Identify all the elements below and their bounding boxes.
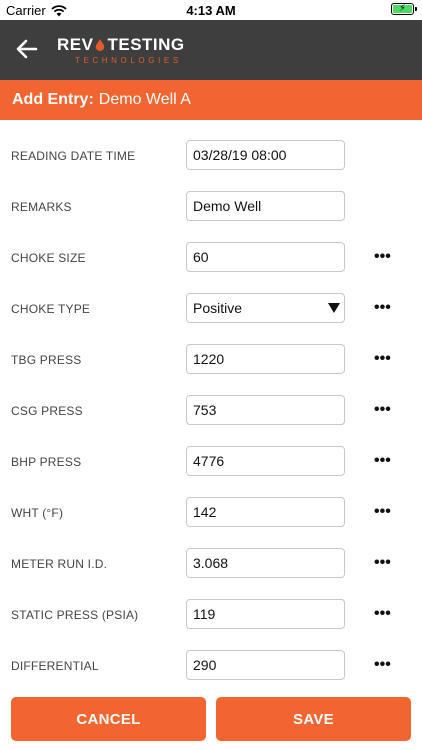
page-title-value: Demo Well A — [98, 91, 191, 108]
field-label: BHP PRESS — [11, 455, 82, 469]
differential-input[interactable]: 290 — [186, 650, 345, 680]
bhp-press-input[interactable]: 4776 — [186, 446, 345, 476]
meter-run-id-input[interactable]: 3.068 — [186, 548, 345, 578]
status-right: ⚡ — [391, 3, 417, 15]
tbg-press-input[interactable]: 1220 — [186, 344, 345, 374]
field-label: TBG PRESS — [11, 353, 82, 367]
form-row-remarks: REMARKS Demo Well — [0, 187, 422, 238]
flame-drop-icon — [96, 39, 105, 51]
choke-size-input[interactable]: 60 — [186, 242, 345, 272]
more-options-icon[interactable]: ••• — [374, 555, 391, 571]
more-options-icon[interactable]: ••• — [374, 351, 391, 367]
more-options-icon[interactable]: ••• — [374, 453, 391, 469]
form-row-wht: WHT (°F) 142 ••• — [0, 493, 422, 544]
page-title-label: Add Entry: — [12, 91, 94, 108]
field-label: CSG PRESS — [11, 404, 83, 418]
csg-press-input[interactable]: 753 — [186, 395, 345, 425]
logo-text-left: REV — [57, 35, 94, 54]
field-label: STATIC PRESS (PSIA) — [11, 608, 139, 622]
form-row-csg-press: CSG PRESS 753 ••• — [0, 391, 422, 442]
choke-type-select[interactable]: Positive — [186, 293, 345, 323]
form-row-reading-date-time: READING DATE TIME 03/28/19 08:00 — [0, 136, 422, 187]
battery-icon: ⚡ — [391, 3, 417, 15]
more-options-icon[interactable]: ••• — [374, 402, 391, 418]
field-label: READING DATE TIME — [11, 149, 136, 163]
status-bar: Carrier 4:13 AM ⚡ — [0, 0, 422, 20]
remarks-input[interactable]: Demo Well — [186, 191, 345, 221]
field-label: CHOKE TYPE — [11, 302, 91, 316]
form-row-choke-size: CHOKE SIZE 60 ••• — [0, 238, 422, 289]
reading-date-time-input[interactable]: 03/28/19 08:00 — [186, 140, 345, 170]
battery-fill: ⚡ — [393, 3, 412, 14]
form-row-differential: DIFFERENTIAL 290 ••• — [0, 646, 422, 697]
more-options-icon[interactable]: ••• — [374, 657, 391, 673]
more-options-icon[interactable]: ••• — [374, 504, 391, 520]
field-label: REMARKS — [11, 200, 72, 214]
static-press-input[interactable]: 119 — [186, 599, 345, 629]
page-title-bar: Add Entry: Demo Well A — [0, 80, 422, 120]
choke-type-selected: Positive — [193, 300, 243, 316]
form-row-choke-type: CHOKE TYPE Positive ••• — [0, 289, 422, 340]
status-time: 4:13 AM — [186, 3, 236, 18]
form-row-bhp-press: BHP PRESS 4776 ••• — [0, 442, 422, 493]
form-row-meter-run-id: METER RUN I.D. 3.068 ••• — [0, 544, 422, 595]
more-options-icon[interactable]: ••• — [374, 300, 391, 316]
more-options-icon[interactable]: ••• — [374, 249, 391, 265]
wht-input[interactable]: 142 — [186, 497, 345, 527]
field-label: CHOKE SIZE — [11, 251, 86, 265]
action-bar: CANCEL SAVE — [0, 697, 422, 741]
form-row-tbg-press: TBG PRESS 1220 ••• — [0, 340, 422, 391]
logo-main: REV TESTING — [57, 35, 185, 55]
more-options-icon[interactable]: ••• — [374, 606, 391, 622]
logo-text-right: TESTING — [107, 35, 185, 54]
save-button[interactable]: SAVE — [216, 697, 411, 741]
arrow-left-icon[interactable] — [14, 36, 40, 62]
logo-subtitle: TECHNOLOGIES — [75, 56, 182, 65]
field-label: DIFFERENTIAL — [11, 659, 99, 673]
dropdown-arrow-icon — [328, 303, 340, 313]
field-label: WHT (°F) — [11, 506, 64, 520]
entry-form: READING DATE TIME 03/28/19 08:00 REMARKS… — [0, 120, 422, 697]
cancel-button[interactable]: CANCEL — [11, 697, 206, 741]
charging-bolt-icon: ⚡ — [399, 3, 407, 14]
form-row-static-press: STATIC PRESS (PSIA) 119 ••• — [0, 595, 422, 646]
app-header: REV TESTING TECHNOLOGIES — [0, 20, 422, 80]
brand-logo: REV TESTING TECHNOLOGIES — [57, 35, 185, 65]
field-label: METER RUN I.D. — [11, 557, 108, 571]
